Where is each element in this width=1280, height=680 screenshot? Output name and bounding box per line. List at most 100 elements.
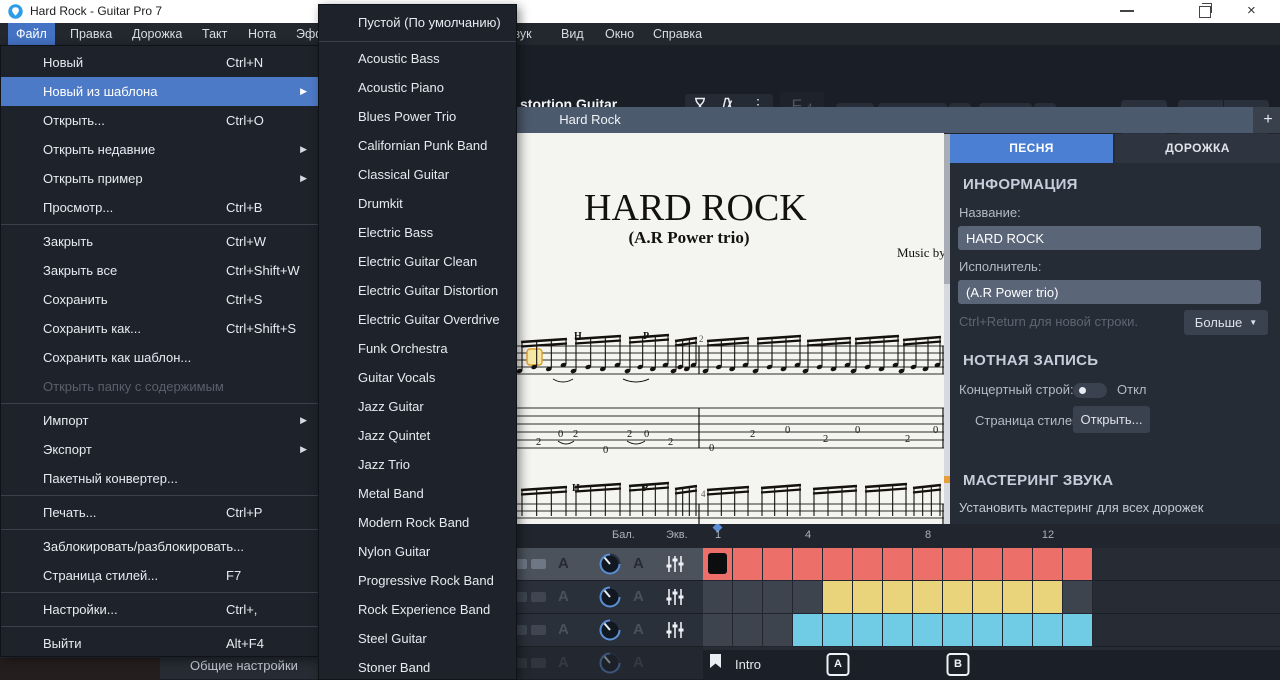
mixer-cell[interactable] [943, 548, 973, 581]
mixer-cell[interactable] [1063, 614, 1093, 647]
template-item[interactable]: Electric Guitar Clean [319, 247, 516, 276]
restore-button[interactable] [1199, 6, 1211, 18]
file-menu-item[interactable]: Настройки...Ctrl+, [1, 595, 319, 624]
file-menu-item[interactable]: Страница стилей...F7 [1, 561, 319, 590]
mixer-cell[interactable] [793, 548, 823, 581]
mixer-cell[interactable] [703, 614, 733, 647]
menubar-item-9[interactable]: Справка [645, 23, 710, 45]
template-item[interactable]: Guitar Vocals [319, 363, 516, 392]
menubar-item-4[interactable]: Нота [240, 23, 284, 45]
mixer-cell[interactable] [703, 581, 733, 614]
mixer-cell[interactable] [823, 614, 853, 647]
balance-knob[interactable] [598, 552, 622, 576]
template-item[interactable]: Electric Guitar Overdrive [319, 305, 516, 334]
template-item[interactable]: Stoner Band [319, 653, 516, 680]
track-button[interactable] [531, 559, 546, 569]
mixer-cell[interactable] [763, 581, 793, 614]
artist-input[interactable] [958, 280, 1261, 304]
template-item[interactable]: Jazz Quintet [319, 421, 516, 450]
mixer-cell[interactable] [883, 614, 913, 647]
section-marker[interactable]: A [827, 653, 850, 676]
mixer-cell[interactable] [883, 581, 913, 614]
mixer-cell[interactable] [1003, 581, 1033, 614]
template-item[interactable]: Rock Experience Band [319, 595, 516, 624]
mixer-cell[interactable] [823, 581, 853, 614]
minimize-button[interactable] [1120, 10, 1134, 12]
track-button[interactable] [531, 592, 546, 602]
mixer-cell[interactable] [1063, 581, 1093, 614]
concert-pitch-toggle[interactable] [1073, 383, 1107, 398]
tab-track[interactable]: ДОРОЖКА [1115, 134, 1280, 163]
template-item[interactable]: Electric Guitar Distortion [319, 276, 516, 305]
file-menu-item[interactable]: Импорт▶ [1, 406, 319, 435]
file-menu-item[interactable]: Заблокировать/разблокировать... [1, 532, 319, 561]
menubar-item-0[interactable]: Файл [8, 23, 55, 45]
mixer-cell[interactable] [1063, 548, 1093, 581]
file-menu-item[interactable]: Открыть...Ctrl+O [1, 106, 319, 135]
file-menu-item[interactable]: НовыйCtrl+N [1, 48, 319, 77]
balance-knob[interactable] [598, 585, 622, 609]
template-item[interactable]: Funk Orchestra [319, 334, 516, 363]
template-item[interactable]: Drumkit [319, 189, 516, 218]
template-item[interactable]: Electric Bass [319, 218, 516, 247]
file-menu-item[interactable]: Сохранить как...Ctrl+Shift+S [1, 314, 319, 343]
tab-song[interactable]: ПЕСНЯ [950, 134, 1113, 163]
template-item[interactable]: Jazz Guitar [319, 392, 516, 421]
file-menu-item[interactable]: Печать...Ctrl+P [1, 498, 319, 527]
template-item[interactable]: Modern Rock Band [319, 508, 516, 537]
mixer-cell[interactable] [853, 548, 883, 581]
eq-icon[interactable] [665, 588, 685, 606]
new-tab-button[interactable]: + [1256, 107, 1280, 133]
mixer-cell[interactable] [943, 581, 973, 614]
section-marker[interactable]: B [947, 653, 970, 676]
mixer-cell[interactable] [1033, 614, 1063, 647]
mixer-cell[interactable] [763, 614, 793, 647]
more-button[interactable]: Больше ▼ [1184, 310, 1268, 335]
mixer-cell[interactable] [1003, 614, 1033, 647]
template-item[interactable]: Steel Guitar [319, 624, 516, 653]
menubar-item-7[interactable]: Вид [553, 23, 592, 45]
file-menu-item[interactable]: Закрыть всеCtrl+Shift+W [1, 256, 319, 285]
open-stylesheet-button[interactable]: Открыть... [1073, 406, 1150, 433]
mixer-cell[interactable] [733, 581, 763, 614]
mixer-cell[interactable] [1003, 548, 1033, 581]
template-item[interactable]: Acoustic Piano [319, 73, 516, 102]
file-menu-item[interactable]: Сохранить как шаблон... [1, 343, 319, 372]
eq-icon[interactable] [665, 621, 685, 639]
mixer-cell[interactable] [733, 548, 763, 581]
template-item[interactable]: Пустой (По умолчанию) [319, 7, 516, 39]
file-menu-item[interactable]: Экспорт▶ [1, 435, 319, 464]
menubar-item-3[interactable]: Такт [194, 23, 235, 45]
template-item[interactable]: Nylon Guitar [319, 537, 516, 566]
name-input[interactable] [958, 226, 1261, 250]
mixer-cell[interactable] [823, 548, 853, 581]
menubar-item-8[interactable]: Окно [597, 23, 642, 45]
file-menu-item[interactable]: ВыйтиAlt+F4 [1, 629, 319, 658]
mixer-cell[interactable] [853, 581, 883, 614]
menubar-item-1[interactable]: Правка [62, 23, 120, 45]
template-item[interactable]: Classical Guitar [319, 160, 516, 189]
template-item[interactable]: Progressive Rock Band [319, 566, 516, 595]
template-item[interactable]: Blues Power Trio [319, 102, 516, 131]
file-menu-item[interactable]: Открыть недавние▶ [1, 135, 319, 164]
mastering-text[interactable]: Установить мастеринг для всех дорожек [959, 500, 1203, 515]
track-button[interactable] [531, 625, 546, 635]
mixer-cell[interactable] [793, 614, 823, 647]
mixer-cell[interactable] [973, 614, 1003, 647]
mixer-cell[interactable] [883, 548, 913, 581]
balance-knob[interactable] [598, 618, 622, 642]
mixer-cell[interactable] [733, 614, 763, 647]
mixer-cell[interactable] [943, 614, 973, 647]
eq-icon[interactable] [665, 555, 685, 573]
file-menu-item[interactable]: Новый из шаблона▶ [1, 77, 319, 106]
track-button[interactable] [531, 658, 546, 668]
mixer-cell[interactable] [793, 581, 823, 614]
mixer-cell[interactable] [913, 548, 943, 581]
mixer-cell[interactable] [1033, 581, 1063, 614]
menubar-item-2[interactable]: Дорожка [124, 23, 190, 45]
marker-label[interactable]: Intro [735, 657, 761, 672]
file-menu-item[interactable]: Просмотр...Ctrl+B [1, 193, 319, 222]
mixer-cell[interactable] [1033, 548, 1063, 581]
mixer-cell[interactable] [973, 581, 1003, 614]
template-item[interactable]: Californian Punk Band [319, 131, 516, 160]
